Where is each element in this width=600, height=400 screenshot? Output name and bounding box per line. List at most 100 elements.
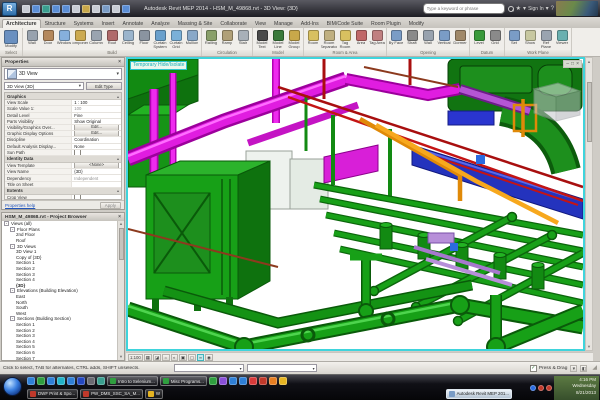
ribbon-button-mullion[interactable]: Mullion bbox=[184, 29, 200, 45]
sync-icon[interactable] bbox=[42, 5, 50, 13]
3d-view-icon[interactable] bbox=[102, 5, 110, 13]
property-value[interactable]: 1 : 100 bbox=[72, 100, 121, 105]
redo-icon[interactable] bbox=[62, 5, 70, 13]
properties-help-link[interactable]: Properties help bbox=[5, 203, 35, 208]
tab-analyze[interactable]: Analyze bbox=[147, 19, 173, 28]
ribbon-button-area[interactable]: Area bbox=[353, 29, 369, 45]
properties-palette-titlebar[interactable]: Properties × bbox=[2, 58, 124, 67]
property-value[interactable] bbox=[72, 150, 121, 155]
tab-structure[interactable]: Structure bbox=[41, 19, 70, 28]
sun-path-icon[interactable]: ☼ bbox=[162, 354, 170, 361]
tab-room-plugin[interactable]: Room Plugin bbox=[367, 19, 405, 28]
favorites-star-icon[interactable]: ★ bbox=[516, 4, 521, 14]
project-browser-scrollbar[interactable]: ▲ ▼ bbox=[117, 221, 124, 360]
checkbox-icon[interactable]: ✓ bbox=[530, 365, 537, 372]
ribbon-button-tag-area[interactable]: Tag Area bbox=[369, 29, 385, 45]
3d-model-view[interactable] bbox=[128, 59, 583, 349]
viewcube[interactable] bbox=[534, 83, 580, 121]
scrollbar-thumb[interactable] bbox=[587, 82, 592, 142]
ribbon-button-ceiling[interactable]: Ceiling bbox=[120, 29, 136, 45]
taskbar-button-w[interactable]: W bbox=[145, 389, 163, 399]
taskbar-button-intro-to-selenium[interactable]: Intro to Selenium... bbox=[107, 376, 158, 386]
edit-type-button[interactable]: Edit Type bbox=[86, 82, 122, 90]
tab-add-ins[interactable]: Add-Ins bbox=[297, 19, 323, 28]
section-icon[interactable] bbox=[112, 5, 120, 13]
tree-expander-icon[interactable]: - bbox=[10, 288, 15, 293]
taskbar-app-icon[interactable] bbox=[47, 377, 55, 385]
taskbar-app-icon[interactable] bbox=[269, 377, 277, 385]
ribbon-button-railing[interactable]: Railing bbox=[203, 29, 219, 45]
taskbar-clock[interactable]: 4:16 PM Wednesday 8/21/2013 bbox=[554, 376, 599, 400]
revit-application-menu-icon[interactable]: R bbox=[2, 2, 17, 16]
ribbon-button-room[interactable]: Room bbox=[305, 29, 321, 45]
ribbon-button-window[interactable]: Window bbox=[56, 29, 72, 45]
scroll-down-icon[interactable]: ▼ bbox=[586, 343, 592, 350]
workset-dropdown[interactable]: ▾ bbox=[174, 364, 244, 372]
ribbon-button-wall[interactable]: Wall bbox=[420, 29, 436, 45]
crop-view-icon[interactable]: ▣ bbox=[179, 354, 187, 361]
tray-icon[interactable] bbox=[530, 385, 536, 391]
type-selector[interactable]: 3D View ▾ bbox=[4, 68, 122, 80]
property-section-header[interactable]: Identity Data▴ bbox=[5, 156, 121, 163]
taskbar-app-icon[interactable] bbox=[259, 377, 267, 385]
property-value[interactable]: 100 bbox=[72, 106, 121, 111]
minimize-icon[interactable]: – bbox=[566, 61, 569, 67]
press-and-drag-toggle[interactable]: ✓ Press & Drag bbox=[530, 365, 568, 372]
tag-icon[interactable] bbox=[92, 5, 100, 13]
property-value[interactable]: Coordination bbox=[72, 137, 121, 142]
ribbon-button-roof[interactable]: Roof bbox=[104, 29, 120, 45]
open-icon[interactable] bbox=[22, 5, 30, 13]
restore-icon[interactable]: □ bbox=[571, 61, 574, 67]
ribbon-button-model-line[interactable]: Model Line bbox=[270, 29, 286, 50]
valve-blue[interactable] bbox=[476, 155, 485, 164]
tray-icon[interactable] bbox=[546, 385, 552, 391]
undo-icon[interactable] bbox=[52, 5, 60, 13]
selection-filter-icon[interactable]: ◧ bbox=[580, 365, 587, 372]
detail-level-icon[interactable]: ▦ bbox=[144, 354, 152, 361]
scroll-up-icon[interactable]: ▲ bbox=[586, 58, 592, 65]
taskbar-button-dwf-print-spo[interactable]: DWF Print & Spo... bbox=[27, 389, 78, 399]
ribbon-button-viewer[interactable]: Viewer bbox=[554, 29, 570, 45]
taskbar-app-icon[interactable] bbox=[77, 377, 85, 385]
property-value[interactable]: None bbox=[72, 144, 121, 149]
measure-icon[interactable] bbox=[82, 5, 90, 13]
tree-expander-icon[interactable]: - bbox=[10, 316, 15, 321]
tab-modify[interactable]: Modify bbox=[405, 19, 428, 28]
drawing-area-3d-view[interactable]: Temporary Hide/Isolate – □ × bbox=[126, 57, 585, 351]
ribbon-button-shaft[interactable]: Shaft bbox=[404, 29, 420, 45]
ribbon-button-model-group[interactable]: Model Group bbox=[286, 29, 302, 50]
property-section-header[interactable]: Extents▴ bbox=[5, 188, 121, 195]
tab-systems[interactable]: Systems bbox=[70, 19, 98, 28]
exclude-options-icon[interactable]: ▼ bbox=[570, 365, 577, 372]
ribbon-button-wall[interactable]: Wall bbox=[24, 29, 40, 45]
taskbar-button-misc-programs[interactable]: Misc Programs... bbox=[160, 376, 207, 386]
taskbar-button-autodesk-revit-mep-201[interactable]: Autodesk Revit MEP 201... bbox=[446, 389, 512, 399]
ribbon-button-ramp[interactable]: Ramp bbox=[219, 29, 235, 45]
tab-collaborate[interactable]: Collaborate bbox=[216, 19, 251, 28]
sign-in-link[interactable]: Sign In bbox=[528, 6, 544, 12]
temporary-hide-isolate-icon[interactable]: ∞ bbox=[197, 354, 204, 361]
scroll-down-icon[interactable]: ▼ bbox=[118, 354, 124, 360]
render-icon[interactable] bbox=[122, 5, 130, 13]
help-icon[interactable]: ? bbox=[551, 4, 554, 14]
close-icon[interactable]: × bbox=[118, 59, 121, 65]
scrollbar-thumb[interactable] bbox=[119, 228, 124, 260]
property-value[interactable]: Edit... bbox=[72, 131, 121, 136]
property-value[interactable]: <None> bbox=[72, 163, 121, 168]
ribbon-button-by-face[interactable]: By Face bbox=[388, 29, 404, 45]
tab-insert[interactable]: Insert bbox=[98, 19, 119, 28]
edit-button[interactable]: Edit... bbox=[74, 125, 119, 130]
taskbar-app-icon[interactable] bbox=[219, 377, 227, 385]
taskbar-app-icon[interactable] bbox=[239, 377, 247, 385]
taskbar-app-icon[interactable] bbox=[87, 377, 95, 385]
close-icon[interactable]: × bbox=[576, 61, 579, 67]
shadows-icon[interactable]: ◐ bbox=[171, 354, 178, 361]
visual-style-icon[interactable]: ◪ bbox=[153, 354, 161, 361]
scale-icon[interactable]: 1:100 bbox=[128, 354, 143, 361]
ribbon-button-ref-plane[interactable]: Ref Plane bbox=[538, 29, 554, 50]
search-icon[interactable] bbox=[507, 5, 514, 12]
edit-button[interactable]: Edit... bbox=[74, 131, 119, 136]
ribbon-button-component[interactable]: Component bbox=[72, 29, 88, 45]
ribbon-button-column[interactable]: Column bbox=[88, 29, 104, 45]
view-selector-dropdown[interactable]: 3D View (3D) ▾ bbox=[4, 82, 84, 90]
